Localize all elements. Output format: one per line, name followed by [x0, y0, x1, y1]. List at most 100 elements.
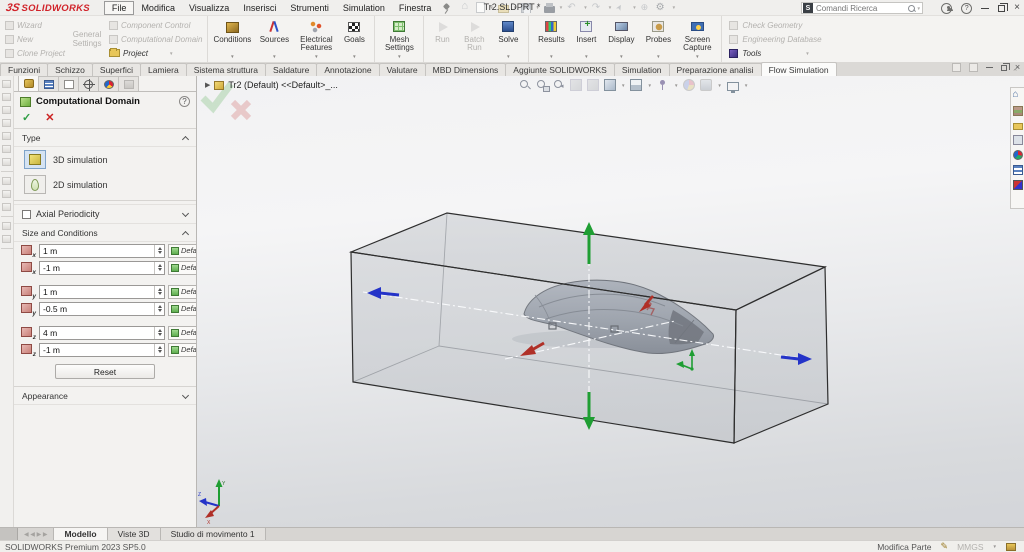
print-dropdown[interactable]: ▼ [559, 5, 563, 10]
ok-button[interactable]: ✓ [22, 111, 31, 124]
tab-saldature[interactable]: Saldature [265, 63, 317, 76]
spinner[interactable] [154, 303, 164, 315]
resources-home-icon[interactable] [1013, 91, 1023, 101]
tab-modello[interactable]: Modello [53, 528, 107, 540]
menu-visualizza[interactable]: Visualizza [182, 2, 236, 14]
tree-feature-icon[interactable] [2, 93, 11, 101]
previous-view-icon[interactable] [553, 79, 565, 91]
tab-nav-arrows[interactable]: ◀ ◀ ▶ ▶ [18, 528, 53, 540]
help-icon[interactable]: ? [961, 3, 972, 14]
tab-schizzo[interactable]: Schizzo [47, 63, 93, 76]
spinner[interactable] [154, 327, 164, 339]
display-style-dropdown[interactable]: ▼ [647, 83, 651, 88]
type-option-3d[interactable]: 3D simulation [14, 147, 196, 172]
z-max-input[interactable] [39, 326, 165, 340]
general-settings-button[interactable]: General Settings [67, 30, 107, 48]
attach-icon[interactable] [641, 2, 653, 14]
type-option-2d[interactable]: 2D simulation [14, 172, 196, 197]
select-icon[interactable] [616, 2, 628, 14]
engineering-database-button[interactable]: Engineering Database [729, 33, 821, 45]
forum-icon[interactable] [1013, 180, 1023, 190]
tab-valutare[interactable]: Valutare [379, 63, 426, 76]
search-input[interactable] [816, 4, 907, 13]
tab-annotazione[interactable]: Annotazione [316, 63, 379, 76]
tree-feature-icon[interactable] [2, 80, 11, 88]
menu-modifica[interactable]: Modifica [134, 2, 182, 14]
y-min-input[interactable] [39, 302, 165, 316]
tab-dimxpert[interactable] [78, 76, 99, 91]
tab-superfici[interactable]: Superfici [92, 63, 141, 76]
menu-file[interactable]: File [104, 1, 135, 15]
goals-button[interactable]: Goals▼ [337, 17, 371, 61]
mesh-settings-button[interactable]: Mesh Settings▼ [378, 17, 420, 61]
apply-scene-icon[interactable] [700, 79, 712, 91]
custom-properties-icon[interactable] [1013, 165, 1023, 175]
spinner[interactable] [154, 344, 164, 356]
restore-button[interactable] [998, 5, 1005, 12]
new-project-button[interactable]: New [5, 33, 65, 45]
minimize-button[interactable] [981, 8, 989, 9]
tab-flow-simulation[interactable]: Flow Simulation [761, 62, 837, 76]
display-style-icon[interactable] [630, 79, 642, 91]
probes-button[interactable]: Probes▼ [640, 17, 676, 61]
tree-feature-icon[interactable] [2, 177, 11, 185]
appearance-section-header[interactable]: Appearance [14, 386, 196, 405]
view-settings-icon[interactable] [727, 82, 739, 91]
project-button[interactable]: Project▼ [109, 47, 202, 59]
ribbon-collapse-chevron[interactable]: ⌃ [1012, 68, 1018, 76]
electrical-dropdown[interactable]: ▼ [314, 53, 318, 61]
component-control-button[interactable]: Component Control [109, 19, 202, 31]
options-dropdown[interactable]: ▼ [672, 5, 676, 10]
hide-show-items-icon[interactable] [657, 79, 669, 91]
computational-domain-button[interactable]: Computational Domain [109, 33, 202, 45]
zoom-to-fit-icon[interactable] [519, 79, 531, 91]
search-icon[interactable] [907, 4, 916, 13]
insert-dropdown[interactable]: ▼ [584, 53, 588, 61]
menu-finestra[interactable]: Finestra [392, 2, 439, 14]
tab-mbd-dimensions[interactable]: MBD Dimensions [425, 63, 507, 76]
insert-button[interactable]: Insert▼ [570, 17, 602, 61]
tree-feature-icon[interactable] [2, 222, 11, 230]
file-explorer-icon[interactable] [1013, 123, 1023, 130]
capture-dropdown[interactable]: ▼ [695, 53, 699, 61]
tree-feature-icon[interactable] [2, 132, 11, 140]
goals-dropdown[interactable]: ▼ [352, 53, 356, 61]
tab-sistema-struttura[interactable]: Sistema struttura [186, 63, 266, 76]
panel-help-icon[interactable]: ? [179, 96, 190, 107]
tab-funzioni[interactable]: Funzioni [0, 63, 48, 76]
x-max-input[interactable] [39, 244, 165, 258]
type-section-header[interactable]: Type [14, 129, 196, 147]
appearances-scenes-icon[interactable] [1013, 150, 1023, 160]
tree-feature-icon[interactable] [2, 145, 11, 153]
run-button[interactable]: Run [427, 17, 457, 61]
scene-dropdown[interactable]: ▼ [717, 83, 721, 88]
results-button[interactable]: Results▼ [532, 17, 570, 61]
tab-simulation[interactable]: Simulation [614, 63, 670, 76]
probes-dropdown[interactable]: ▼ [656, 53, 660, 61]
reset-button[interactable]: Reset [55, 364, 155, 379]
doc-prev-icon[interactable] [952, 63, 961, 72]
solve-dropdown[interactable]: ▼ [506, 53, 510, 61]
graphics-viewport[interactable]: ▶ Tr2 (Default) <<Default>_... ▼ ▼ ▼ ▼ ▼ [196, 76, 1024, 527]
mesh-dropdown[interactable]: ▼ [397, 53, 401, 61]
undo-icon[interactable] [567, 2, 579, 14]
doc-restore-button[interactable] [1001, 65, 1007, 71]
tab-configuration-manager[interactable] [58, 76, 79, 91]
tab-feature-manager[interactable] [38, 76, 59, 91]
size-section-header[interactable]: Size and Conditions [14, 224, 196, 242]
view-orientation-dropdown[interactable]: ▼ [621, 83, 625, 88]
tab-preparazione-analisi[interactable]: Preparazione analisi [669, 63, 762, 76]
sources-button[interactable]: Sources▼ [253, 17, 295, 61]
zoom-to-area-icon[interactable] [536, 79, 548, 91]
3d-scene[interactable]: Y Z X [197, 76, 1024, 527]
search-dropdown[interactable]: ▼ [917, 6, 921, 11]
select-dropdown[interactable]: ▼ [632, 5, 636, 10]
display-button[interactable]: Display▼ [602, 17, 640, 61]
axial-periodicity-row[interactable]: Axial Periodicity [14, 204, 196, 224]
z-min-input[interactable] [39, 343, 165, 357]
spinner[interactable] [154, 286, 164, 298]
tab-studio-movimento[interactable]: Studio di movimento 1 [161, 528, 266, 540]
view-palette-icon[interactable] [1013, 135, 1023, 145]
screen-capture-button[interactable]: Screen Capture▼ [676, 17, 718, 61]
tab-lamiera[interactable]: Lamiera [140, 63, 187, 76]
